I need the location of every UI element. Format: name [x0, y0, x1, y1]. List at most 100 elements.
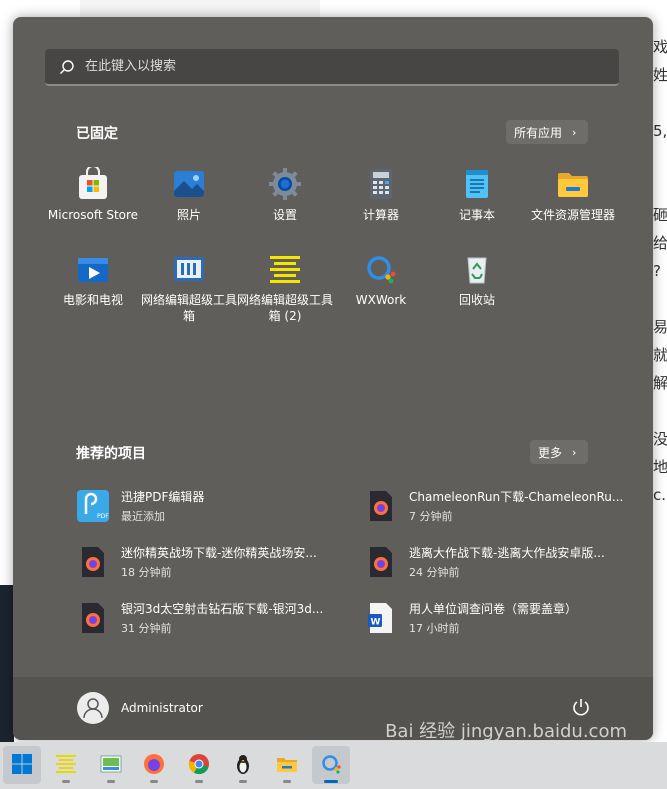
- taskbar-web-editor-toolbox[interactable]: [47, 746, 85, 784]
- background-text-line: 就: [653, 346, 667, 364]
- firefox-icon: [144, 754, 164, 774]
- recommended-item[interactable]: ChameleonRun下载-ChameleonRu... 7 分钟前: [365, 488, 623, 524]
- word-document-icon: W: [365, 602, 397, 634]
- pinned-app-settings[interactable]: 设置: [237, 167, 333, 223]
- running-indicator: [239, 780, 247, 783]
- item-time: 24 分钟前: [409, 566, 460, 579]
- start-menu: 已固定 所有应用 › Microsoft Store 照片: [13, 17, 653, 740]
- microsoft-store-icon: [76, 165, 110, 201]
- running-indicator: [283, 780, 291, 783]
- calculator-icon: [364, 167, 398, 201]
- penguin-icon: [237, 755, 249, 774]
- taskbar-wxwork[interactable]: [312, 746, 350, 784]
- web-editor-toolbox-yellow-icon: [268, 252, 302, 286]
- running-indicator: [195, 780, 203, 783]
- app-label: 文件资源管理器: [530, 208, 615, 222]
- firefox-document-icon: [77, 602, 109, 634]
- background-text-line: c..: [653, 486, 667, 504]
- background-text-line: 戏: [653, 38, 667, 56]
- pinned-app-recycle-bin[interactable]: 回收站: [429, 252, 525, 308]
- pinned-app-web-editor-toolbox[interactable]: 网络编辑超级工具箱: [141, 252, 237, 324]
- settings-gear-icon: [268, 167, 302, 201]
- item-time: 17 小时前: [409, 622, 460, 635]
- app-label: 回收站: [458, 293, 495, 307]
- running-indicator: [62, 780, 70, 783]
- pinned-app-movies-tv[interactable]: 电影和电视: [45, 252, 141, 308]
- app-label: WXWork: [355, 293, 407, 307]
- taskbar-file-explorer[interactable]: [268, 746, 306, 784]
- background-text-line: ?: [653, 262, 661, 280]
- firefox-document-icon: [365, 546, 397, 578]
- background-text-line: 地图: [653, 458, 667, 476]
- taskbar-image-viewer[interactable]: [92, 746, 130, 784]
- pinned-app-calculator[interactable]: 计算器: [333, 167, 429, 223]
- search-input[interactable]: [83, 58, 587, 75]
- app-label: 设置: [272, 208, 297, 222]
- user-name[interactable]: Administrator: [121, 701, 203, 715]
- background-text-line: 易: [653, 318, 667, 336]
- power-icon: [573, 699, 589, 716]
- taskbar-penguin-app[interactable]: [224, 746, 262, 784]
- web-editor-toolbox-icon: [172, 252, 206, 286]
- firefox-document-icon: [365, 490, 397, 522]
- recommended-item[interactable]: PDF 迅捷PDF编辑器 最近添加: [77, 488, 204, 524]
- notepad-icon: [460, 167, 494, 201]
- windows-logo-icon: [12, 754, 32, 774]
- recommended-item[interactable]: 迷你精英战场下载-迷你精英战场安... 18 分钟前: [77, 544, 317, 580]
- photos-icon: [172, 167, 206, 201]
- taskbar: [0, 742, 667, 789]
- pinned-title: 已固定: [76, 126, 118, 142]
- item-name: 迷你精英战场下载-迷你精英战场安...: [121, 546, 317, 560]
- chrome-icon: [188, 754, 209, 775]
- background-text-line: 5,: [653, 122, 667, 140]
- background-text-line: 姓利: [653, 66, 667, 84]
- taskbar-start-button[interactable]: [3, 746, 41, 784]
- item-name: 用人单位调查问卷（需要盖章）: [409, 602, 578, 616]
- item-time: 18 分钟前: [121, 566, 172, 579]
- firefox-document-icon: [77, 546, 109, 578]
- taskbar-firefox[interactable]: [135, 746, 173, 784]
- pinned-app-microsoft-store[interactable]: Microsoft Store: [45, 165, 141, 223]
- svg-text:W: W: [371, 618, 381, 628]
- item-time: 31 分钟前: [121, 622, 172, 635]
- pinned-app-file-explorer[interactable]: 文件资源管理器: [525, 167, 621, 223]
- file-explorer-icon: [556, 167, 590, 201]
- recommended-item[interactable]: 银河3d太空射击钻石版下载-银河3d... 31 分钟前: [77, 600, 323, 636]
- app-label: 电影和电视: [62, 293, 123, 307]
- recommended-item[interactable]: W 用人单位调查问卷（需要盖章） 17 小时前: [365, 600, 577, 636]
- search-icon: [59, 59, 75, 75]
- wxwork-icon: [322, 755, 341, 774]
- pinned-app-wxwork[interactable]: WXWork: [333, 252, 429, 308]
- avatar[interactable]: [77, 692, 109, 724]
- web-editor-toolbox-yellow-icon: [56, 755, 76, 773]
- background-text-line: 砸: [653, 206, 667, 224]
- recommended-item[interactable]: 逃离大作战下载-逃离大作战安卓版... 24 分钟前: [365, 544, 605, 580]
- item-name: 迅捷PDF编辑器: [121, 490, 205, 504]
- item-time: 7 分钟前: [409, 510, 453, 523]
- item-name: 逃离大作战下载-逃离大作战安卓版...: [409, 546, 605, 560]
- power-button[interactable]: [571, 697, 591, 717]
- app-label: 计算器: [362, 208, 399, 222]
- pdf-editor-icon: PDF: [77, 490, 109, 522]
- search-box[interactable]: [45, 49, 619, 86]
- background-text-line: 没有: [653, 430, 667, 448]
- app-label: 网络编辑超级工具箱 (2): [237, 293, 334, 323]
- all-apps-button[interactable]: 所有应用 ›: [506, 120, 588, 144]
- app-label: 记事本: [458, 208, 495, 222]
- all-apps-label: 所有应用: [514, 125, 563, 140]
- app-label: Microsoft Store: [47, 208, 139, 222]
- recycle-bin-icon: [460, 252, 494, 286]
- baidu-watermark: Bai 经验 jingyan.baidu.com: [385, 721, 627, 742]
- background-text-line: 给: [653, 234, 667, 252]
- pinned-app-notepad[interactable]: 记事本: [429, 167, 525, 223]
- wxwork-icon: [364, 252, 398, 286]
- chevron-right-icon: ›: [572, 445, 577, 459]
- running-indicator: [324, 780, 338, 783]
- item-name: ChameleonRun下载-ChameleonRu...: [409, 490, 624, 504]
- app-label: 网络编辑超级工具箱: [141, 293, 238, 323]
- file-explorer-icon: [277, 758, 297, 772]
- more-button[interactable]: 更多 ›: [530, 440, 588, 464]
- pinned-app-web-editor-toolbox-2[interactable]: 网络编辑超级工具箱 (2): [237, 252, 333, 324]
- taskbar-chrome[interactable]: [180, 746, 218, 784]
- pinned-app-photos[interactable]: 照片: [141, 167, 237, 223]
